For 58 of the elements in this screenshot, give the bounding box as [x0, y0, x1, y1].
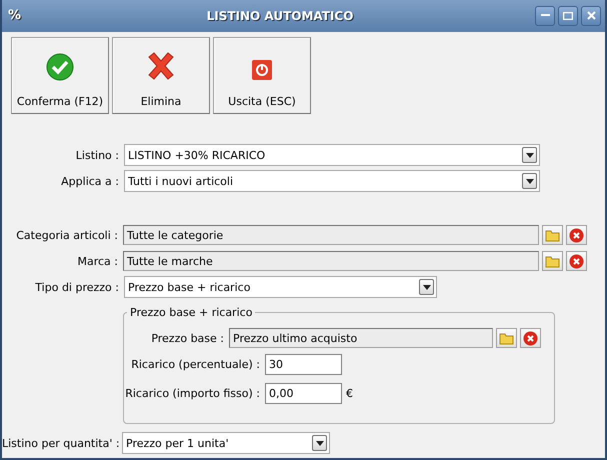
toolbar-button[interactable]: Uscita (ESC) [213, 36, 311, 114]
dropdown[interactable]: LISTINO +30% RICARICO [124, 144, 540, 166]
remove-icon [569, 254, 584, 268]
lookup-field: Tutte le marche [123, 251, 539, 271]
remove-icon [569, 228, 584, 242]
checkmark-icon [46, 52, 74, 81]
close-icon [586, 11, 596, 20]
maximize-button[interactable] [558, 6, 578, 26]
group-title: Prezzo base + ricarico [129, 306, 254, 319]
dropdown-button[interactable] [522, 173, 537, 189]
maximize-icon [563, 12, 573, 20]
toolbar-button[interactable]: Elimina [112, 36, 210, 114]
field-label: Categoria articoli : [15, 228, 119, 242]
cross-icon [147, 50, 175, 81]
dropdown[interactable]: Prezzo base + ricarico [124, 276, 437, 298]
unit-label: € [346, 386, 353, 400]
folder-icon [545, 228, 560, 242]
window-title: LISTINO AUTOMATICO [206, 8, 354, 23]
field-label: Tipo di prezzo : [34, 280, 120, 294]
clear-button[interactable] [566, 251, 587, 271]
field-label: Ricarico (percentuale) : [130, 358, 261, 370]
field-label: Marca : [76, 254, 119, 268]
minimize-icon [540, 14, 550, 18]
field-label: Ricarico (importo fisso) : [124, 386, 261, 400]
close-button[interactable] [581, 6, 601, 26]
clear-button[interactable] [520, 328, 541, 348]
caret-icon [526, 178, 534, 184]
dropdown-button[interactable] [522, 147, 537, 163]
dropdown-value: LISTINO +30% RICARICO [128, 148, 266, 162]
dropdown[interactable]: Prezzo per 1 unita' [122, 432, 330, 454]
app-icon: % [8, 8, 28, 24]
field-label: Listino per quantita' : [2, 436, 121, 450]
field-label: Applica a : [60, 174, 120, 188]
caret-icon [422, 284, 430, 290]
toolbar-button[interactable]: Conferma (F12) [11, 36, 109, 114]
field-label: Listino : [74, 148, 120, 162]
caret-icon [316, 440, 324, 446]
dropdown-button[interactable] [419, 279, 434, 295]
dropdown-value: Tutti i nuovi articoli [128, 174, 234, 188]
dropdown-value: Prezzo per 1 unita' [126, 436, 230, 450]
dropdown[interactable]: Tutti i nuovi articoli [124, 170, 540, 192]
input-field[interactable]: 30 [265, 354, 342, 374]
lookup-field: Prezzo ultimo acquisto [229, 328, 493, 348]
clear-button[interactable] [566, 225, 587, 245]
browse-button[interactable] [542, 225, 563, 245]
input-field[interactable]: 0,00 [265, 382, 342, 404]
caret-icon [526, 152, 534, 158]
remove-icon [523, 330, 538, 346]
folder-icon [499, 332, 514, 344]
power-icon [251, 58, 273, 81]
lookup-field: Tutte le categorie [123, 225, 539, 245]
folder-icon [545, 254, 560, 268]
browse-button[interactable] [542, 251, 563, 271]
dropdown-value: Prezzo base + ricarico [128, 280, 252, 294]
browse-button[interactable] [496, 328, 517, 348]
field-label: Prezzo base : [150, 332, 225, 344]
dropdown-button[interactable] [312, 435, 327, 451]
minimize-button[interactable] [535, 6, 555, 26]
